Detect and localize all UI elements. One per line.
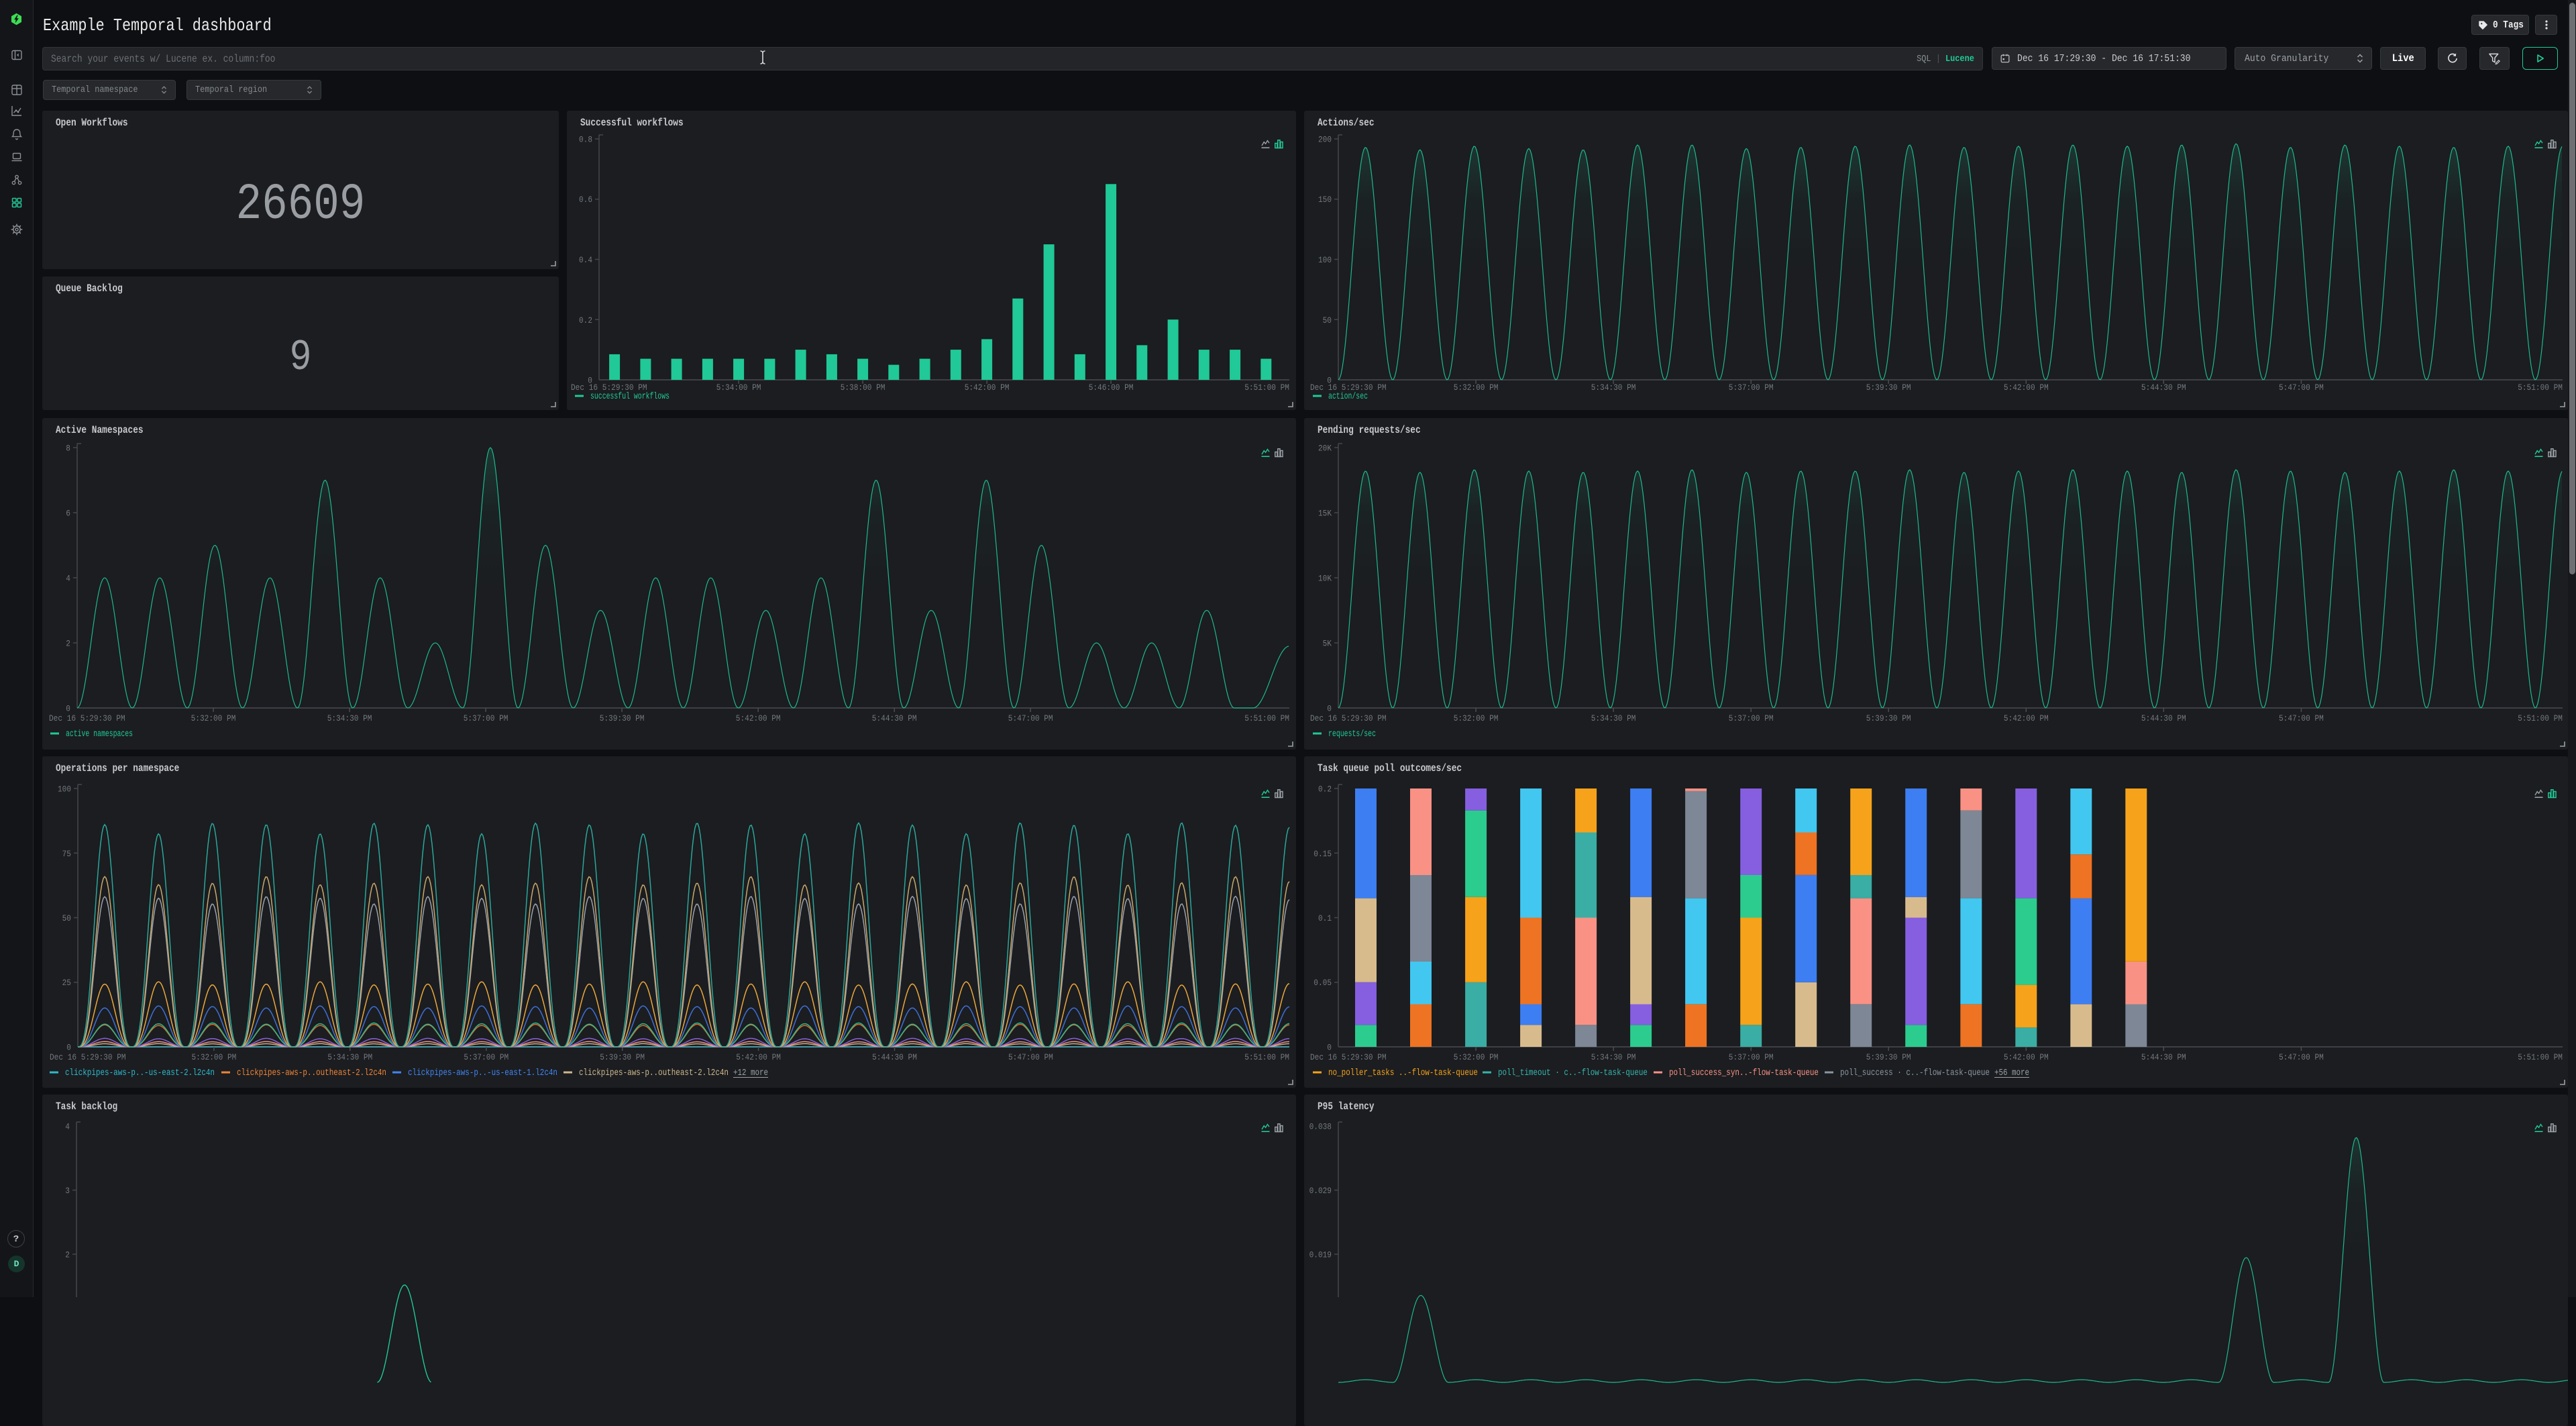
svg-text:5:51:00 PM: 5:51:00 PM (1244, 1052, 1289, 1062)
svg-text:5:42:00 PM: 5:42:00 PM (736, 713, 781, 723)
svg-text:poll_success_syn..-flow-task-q: poll_success_syn..-flow-task-queue (1669, 1068, 1819, 1078)
svg-text:5:42:00 PM: 5:42:00 PM (965, 383, 1010, 393)
svg-text:Dec 16 5:29:30 PM: Dec 16 5:29:30 PM (49, 713, 125, 723)
svg-text:poll_success · c..-flow-task-q: poll_success · c..-flow-task-queue (1840, 1068, 1990, 1078)
svg-text:5:44:30 PM: 5:44:30 PM (872, 713, 917, 723)
svg-text:Dec 16 5:29:30 PM: Dec 16 5:29:30 PM (1310, 1052, 1387, 1062)
svg-text:5:47:00 PM: 5:47:00 PM (2279, 383, 2324, 393)
svg-text:5:39:30 PM: 5:39:30 PM (1866, 713, 1911, 723)
svg-text:5:34:30 PM: 5:34:30 PM (1591, 713, 1636, 723)
svg-text:0.8: 0.8 (579, 135, 592, 145)
svg-text:5:47:00 PM: 5:47:00 PM (1008, 1052, 1053, 1062)
svg-text:Dec 16 5:29:30 PM: Dec 16 5:29:30 PM (1310, 713, 1387, 723)
svg-text:5:44:30 PM: 5:44:30 PM (872, 1052, 917, 1062)
svg-text:5:42:00 PM: 5:42:00 PM (736, 1052, 781, 1062)
svg-text:8: 8 (66, 444, 70, 454)
svg-text:5:51:00 PM: 5:51:00 PM (2518, 1052, 2563, 1062)
svg-text:Dec 16 5:29:30 PM: Dec 16 5:29:30 PM (50, 1052, 126, 1062)
svg-text:5:51:00 PM: 5:51:00 PM (1244, 713, 1289, 723)
svg-text:75: 75 (62, 849, 71, 859)
svg-text:5:37:00 PM: 5:37:00 PM (464, 713, 508, 723)
svg-text:20K: 20K (1318, 444, 1332, 454)
svg-text:5:38:00 PM: 5:38:00 PM (841, 383, 885, 393)
svg-text:5:37:00 PM: 5:37:00 PM (1729, 1052, 1774, 1062)
svg-text:5:37:00 PM: 5:37:00 PM (1729, 383, 1774, 393)
svg-text:0: 0 (66, 704, 70, 714)
svg-text:5:44:30 PM: 5:44:30 PM (2141, 713, 2186, 723)
svg-text:5:42:00 PM: 5:42:00 PM (2004, 713, 2049, 723)
svg-text:5:34:00 PM: 5:34:00 PM (716, 383, 761, 393)
svg-text:no_poller_tasks ..-flow-task-q: no_poller_tasks ..-flow-task-queue (1328, 1068, 1478, 1078)
svg-text:5:47:00 PM: 5:47:00 PM (2279, 713, 2324, 723)
svg-text:100: 100 (1318, 255, 1332, 265)
svg-text:10K: 10K (1318, 574, 1332, 584)
svg-text:5:46:00 PM: 5:46:00 PM (1089, 383, 1134, 393)
svg-text:5:34:30 PM: 5:34:30 PM (1591, 1052, 1636, 1062)
svg-text:150: 150 (1318, 195, 1332, 205)
svg-text:0.2: 0.2 (1318, 784, 1332, 795)
svg-text:6: 6 (66, 509, 70, 519)
svg-text:5:39:30 PM: 5:39:30 PM (1866, 383, 1911, 393)
svg-text:5:39:30 PM: 5:39:30 PM (1866, 1052, 1911, 1062)
svg-text:5:39:30 PM: 5:39:30 PM (600, 1052, 645, 1062)
svg-text:0: 0 (1327, 1043, 1332, 1053)
svg-text:5:47:00 PM: 5:47:00 PM (1008, 713, 1053, 723)
svg-text:clickpipes-aws-p..outheast-2.l: clickpipes-aws-p..outheast-2.l2c4n (237, 1068, 386, 1078)
svg-text:5:37:00 PM: 5:37:00 PM (1729, 713, 1774, 723)
svg-text:5:34:30 PM: 5:34:30 PM (1591, 383, 1636, 393)
svg-text:5:42:00 PM: 5:42:00 PM (2004, 383, 2049, 393)
svg-text:clickpipes-aws-p..outheast-2.l: clickpipes-aws-p..outheast-2.l2c4n (579, 1068, 729, 1078)
svg-text:0.029: 0.029 (1309, 1186, 1332, 1196)
svg-text:2: 2 (66, 639, 70, 649)
svg-text:5:42:00 PM: 5:42:00 PM (2004, 1052, 2049, 1062)
svg-text:5:34:30 PM: 5:34:30 PM (327, 1052, 372, 1062)
svg-text:0: 0 (66, 1043, 71, 1053)
svg-text:0.15: 0.15 (1313, 849, 1332, 859)
svg-text:5:32:00 PM: 5:32:00 PM (1454, 713, 1499, 723)
svg-text:15K: 15K (1318, 509, 1332, 519)
svg-text:5:32:00 PM: 5:32:00 PM (191, 713, 236, 723)
svg-text:5:44:30 PM: 5:44:30 PM (2141, 1052, 2186, 1062)
svg-text:5K: 5K (1323, 639, 1332, 649)
svg-text:clickpipes-aws-p..-us-east-2.l: clickpipes-aws-p..-us-east-2.l2c4n (65, 1068, 215, 1078)
svg-text:5:32:00 PM: 5:32:00 PM (192, 1052, 237, 1062)
svg-text:0.2: 0.2 (579, 315, 592, 325)
svg-text:action/sec: action/sec (1328, 391, 1368, 402)
svg-text:50: 50 (1323, 315, 1332, 325)
svg-text:active namespaces: active namespaces (66, 729, 133, 740)
svg-text:100: 100 (58, 784, 71, 795)
svg-text:+12 more: +12 more (733, 1068, 768, 1078)
svg-text:+56 more: +56 more (1994, 1068, 2029, 1078)
svg-text:5:32:00 PM: 5:32:00 PM (1454, 383, 1499, 393)
svg-text:3: 3 (65, 1186, 70, 1196)
svg-text:200: 200 (1318, 135, 1332, 145)
svg-text:50: 50 (62, 913, 71, 923)
svg-text:5:37:00 PM: 5:37:00 PM (464, 1052, 508, 1062)
svg-text:successful workflows: successful workflows (590, 391, 669, 402)
svg-text:5:51:00 PM: 5:51:00 PM (2518, 713, 2563, 723)
svg-text:5:44:30 PM: 5:44:30 PM (2141, 383, 2186, 393)
svg-text:2: 2 (65, 1250, 70, 1260)
svg-text:5:51:00 PM: 5:51:00 PM (2518, 383, 2563, 393)
svg-text:5:32:00 PM: 5:32:00 PM (1454, 1052, 1499, 1062)
svg-text:clickpipes-aws-p..-us-east-1.l: clickpipes-aws-p..-us-east-1.l2c4n (408, 1068, 557, 1078)
svg-text:0.6: 0.6 (579, 195, 592, 205)
svg-text:0.05: 0.05 (1313, 978, 1332, 988)
svg-text:25: 25 (62, 978, 71, 988)
svg-text:requests/sec: requests/sec (1328, 729, 1376, 740)
svg-text:5:51:00 PM: 5:51:00 PM (1244, 383, 1289, 393)
svg-text:5:39:30 PM: 5:39:30 PM (600, 713, 645, 723)
svg-text:4: 4 (66, 574, 70, 584)
svg-text:poll_timeout · c..-flow-task-q: poll_timeout · c..-flow-task-queue (1498, 1068, 1648, 1078)
svg-text:5:34:30 PM: 5:34:30 PM (327, 713, 372, 723)
svg-text:0.4: 0.4 (579, 255, 592, 265)
svg-text:0.1: 0.1 (1318, 913, 1332, 923)
svg-text:0.038: 0.038 (1309, 1122, 1332, 1132)
svg-text:5:47:00 PM: 5:47:00 PM (2279, 1052, 2324, 1062)
svg-text:0.019: 0.019 (1309, 1250, 1332, 1260)
svg-text:4: 4 (65, 1122, 70, 1132)
svg-text:0: 0 (1327, 704, 1332, 714)
